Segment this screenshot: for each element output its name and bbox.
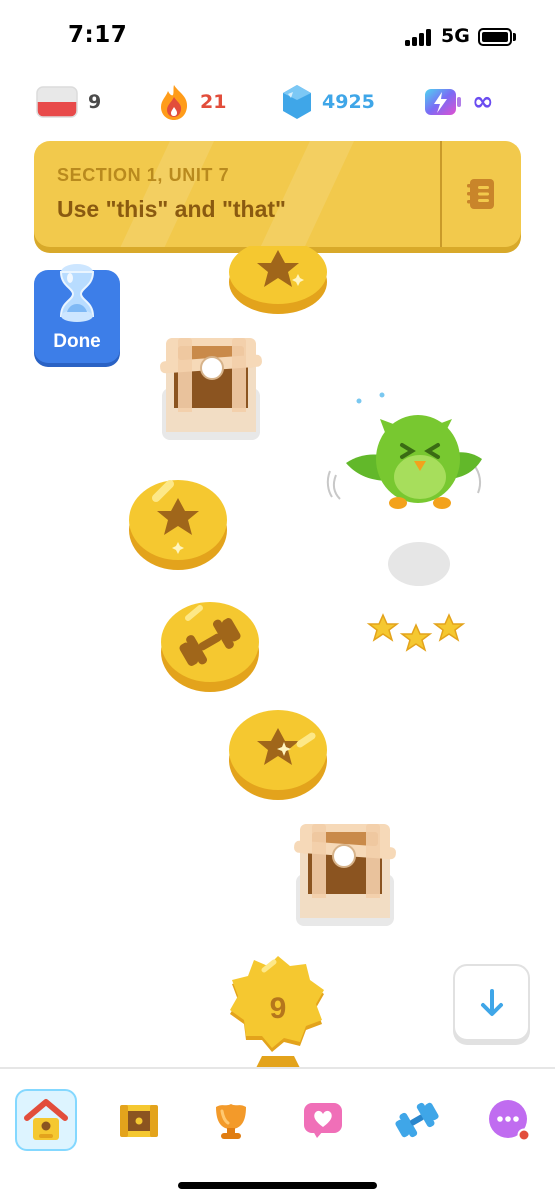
unit-review-label: 9 bbox=[269, 992, 287, 1025]
practice-node[interactable] bbox=[158, 600, 262, 696]
gem-icon bbox=[283, 85, 311, 119]
battery-cap bbox=[513, 33, 516, 41]
nav-leagues[interactable] bbox=[200, 1089, 262, 1151]
streak-count: 21 bbox=[200, 91, 227, 113]
scroll-down-button[interactable] bbox=[453, 964, 530, 1041]
trophy-icon bbox=[216, 1104, 246, 1139]
chest-node-2[interactable] bbox=[294, 818, 398, 930]
arrow-down-icon bbox=[480, 988, 503, 1016]
home-icon bbox=[24, 1099, 68, 1140]
more-icon bbox=[489, 1100, 531, 1142]
unit-review-node[interactable]: 9 bbox=[222, 956, 334, 1068]
energy-value: ∞ bbox=[472, 87, 494, 117]
unit-section-label: SECTION 1, UNIT 7 bbox=[57, 165, 230, 185]
gems-count: 4925 bbox=[322, 91, 375, 113]
nav-learn[interactable] bbox=[15, 1089, 77, 1151]
unit-banner[interactable]: SECTION 1, UNIT 7 Use "this" and "that" bbox=[34, 141, 521, 247]
nav-quests[interactable] bbox=[108, 1089, 170, 1151]
lesson-node-1[interactable] bbox=[226, 246, 330, 318]
nav-practice[interactable] bbox=[386, 1089, 448, 1151]
energy-battery-icon bbox=[425, 89, 461, 115]
hourglass-icon bbox=[59, 264, 95, 322]
status-bar: 7:17 5G bbox=[0, 0, 555, 70]
signal-icon bbox=[405, 28, 431, 46]
dumbbell-icon bbox=[395, 1102, 439, 1138]
energy-stat[interactable]: ∞ bbox=[424, 80, 494, 124]
nav-friends[interactable] bbox=[292, 1089, 354, 1151]
notebook-icon bbox=[466, 179, 494, 209]
chest-node-1[interactable] bbox=[160, 332, 264, 444]
done-label: Done bbox=[53, 331, 101, 352]
owl-mascot-icon bbox=[326, 392, 482, 509]
home-indicator bbox=[178, 1182, 377, 1189]
notification-dot bbox=[519, 1130, 529, 1140]
course-selector[interactable]: 9 bbox=[36, 80, 101, 124]
heart-icon bbox=[304, 1103, 342, 1138]
nav-more[interactable] bbox=[478, 1089, 540, 1151]
gems-stat[interactable]: 4925 bbox=[282, 80, 375, 124]
flag-icon bbox=[36, 86, 78, 118]
bottom-nav bbox=[0, 1067, 555, 1200]
flame-icon bbox=[161, 85, 188, 120]
banner-stripe bbox=[252, 141, 356, 247]
lesson-node-3[interactable] bbox=[226, 708, 330, 804]
courses-count: 9 bbox=[88, 91, 102, 113]
done-badge[interactable]: Done bbox=[34, 264, 120, 363]
status-time: 7:17 bbox=[68, 22, 128, 48]
mascot-shadow bbox=[388, 542, 450, 586]
streak-stat[interactable]: 21 bbox=[158, 80, 226, 124]
chest-icon bbox=[120, 1105, 158, 1137]
stars-earned bbox=[366, 613, 466, 652]
battery-icon bbox=[478, 28, 512, 46]
lesson-node-2[interactable] bbox=[126, 478, 230, 574]
network-label: 5G bbox=[441, 25, 470, 47]
stats-bar: 9 21 4925 ∞ bbox=[0, 80, 555, 124]
guidebook-button[interactable] bbox=[440, 141, 521, 247]
banner-stripe bbox=[112, 141, 216, 247]
unit-title: Use "this" and "that" bbox=[57, 196, 286, 222]
